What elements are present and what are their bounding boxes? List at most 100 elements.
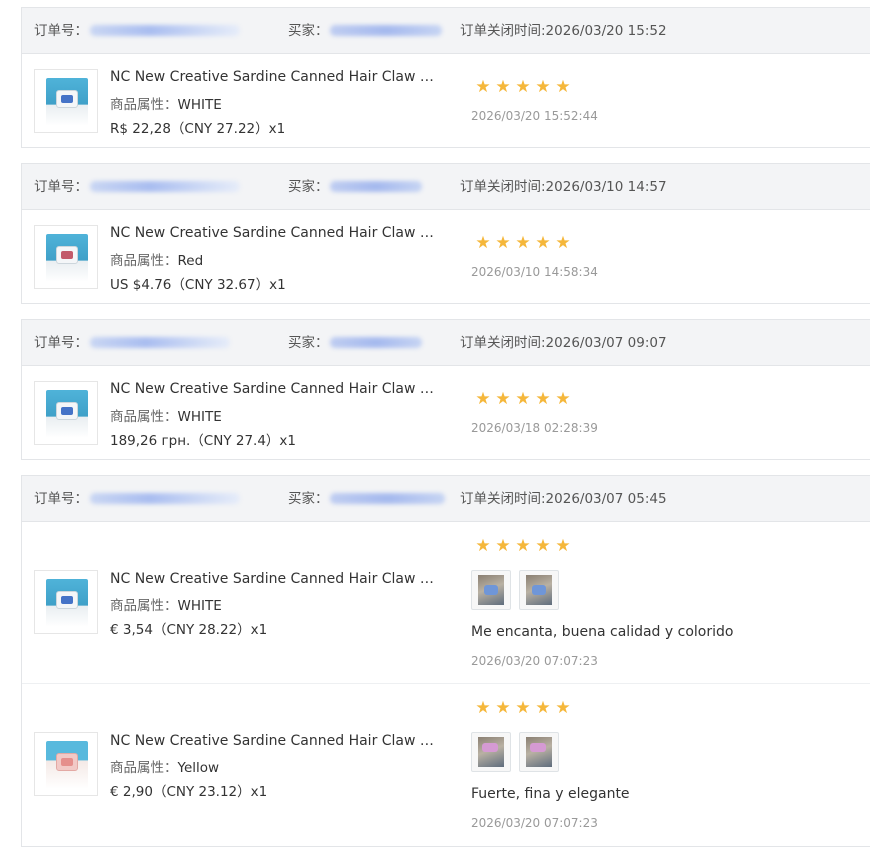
- attr-key: 商品属性：: [110, 253, 178, 269]
- order-number-redacted: [90, 181, 240, 192]
- star-icon: ★: [555, 536, 571, 556]
- buyer-label: 买家：: [288, 335, 329, 351]
- star-icon: ★: [475, 233, 491, 253]
- product-title-link[interactable]: NC New Creative Sardine Canned Hair Claw…: [110, 733, 440, 749]
- star-icon: ★: [535, 536, 551, 556]
- buyer-redacted: [330, 181, 422, 192]
- order-header: 订单号： 买家： 订单关闭时间:2026/03/20 15:52: [22, 8, 870, 54]
- rating-stars: ★ ★ ★ ★ ★: [475, 389, 571, 409]
- product-thumbnail[interactable]: [34, 570, 98, 634]
- product-attribute: 商品属性：WHITE: [110, 594, 222, 614]
- review-text: Fuerte, fina y elegante: [471, 786, 630, 802]
- order-card: 订单号： 买家： 订单关闭时间:2026/03/07 05:45 NC New …: [21, 475, 870, 847]
- buyer-redacted: [330, 337, 422, 348]
- star-icon: ★: [535, 698, 551, 718]
- review-photo[interactable]: [519, 732, 559, 772]
- star-icon: ★: [495, 698, 511, 718]
- order-close-time: 订单关闭时间:2026/03/07 09:07: [460, 335, 667, 351]
- attr-value: Yellow: [177, 760, 220, 776]
- star-icon: ★: [515, 698, 531, 718]
- product-attribute: 商品属性：WHITE: [110, 405, 222, 425]
- star-icon: ★: [535, 389, 551, 409]
- star-icon: ★: [515, 233, 531, 253]
- order-number-redacted: [90, 493, 240, 504]
- star-icon: ★: [555, 233, 571, 253]
- star-icon: ★: [555, 698, 571, 718]
- attr-value: Red: [177, 253, 204, 269]
- order-number-label: 订单号：: [34, 491, 88, 507]
- order-item: NC New Creative Sardine Canned Hair Claw…: [22, 54, 870, 147]
- buyer-redacted: [330, 493, 445, 504]
- order-close-time: 订单关闭时间:2026/03/10 14:57: [460, 179, 667, 195]
- review-photo[interactable]: [519, 570, 559, 610]
- star-icon: ★: [495, 77, 511, 97]
- review-time: 2026/03/20 07:07:23: [471, 816, 598, 830]
- order-item: NC New Creative Sardine Canned Hair Claw…: [22, 522, 870, 683]
- order-card: 订单号： 买家： 订单关闭时间:2026/03/10 14:57 NC New …: [21, 163, 870, 304]
- review-photos: [471, 732, 559, 772]
- review-time: 2026/03/20 15:52:44: [471, 109, 598, 123]
- order-card: 订单号： 买家： 订单关闭时间:2026/03/07 09:07 NC New …: [21, 319, 870, 460]
- star-icon: ★: [495, 233, 511, 253]
- star-icon: ★: [495, 536, 511, 556]
- order-card: 订单号： 买家： 订单关闭时间:2026/03/20 15:52 NC New …: [21, 7, 870, 148]
- attr-key: 商品属性：: [110, 760, 178, 776]
- star-icon: ★: [555, 389, 571, 409]
- product-attribute: 商品属性：Yellow: [110, 756, 219, 776]
- star-icon: ★: [475, 77, 491, 97]
- buyer-label: 买家：: [288, 23, 329, 39]
- order-header: 订单号： 买家： 订单关闭时间:2026/03/07 09:07: [22, 320, 870, 366]
- order-header: 订单号： 买家： 订单关闭时间:2026/03/07 05:45: [22, 476, 870, 522]
- order-header: 订单号： 买家： 订单关闭时间:2026/03/10 14:57: [22, 164, 870, 210]
- product-price: R$ 22,28（CNY 27.22）x1: [110, 121, 286, 137]
- attr-key: 商品属性：: [110, 598, 178, 614]
- order-item: NC New Creative Sardine Canned Hair Claw…: [22, 210, 870, 303]
- review-time: 2026/03/10 14:58:34: [471, 265, 598, 279]
- review-time: 2026/03/18 02:28:39: [471, 421, 598, 435]
- order-number-redacted: [90, 25, 240, 36]
- product-price: 189,26 грн.（CNY 27.4）x1: [110, 433, 297, 449]
- star-icon: ★: [515, 536, 531, 556]
- review-photo[interactable]: [471, 732, 511, 772]
- order-close-time: 订单关闭时间:2026/03/20 15:52: [460, 23, 667, 39]
- star-icon: ★: [475, 536, 491, 556]
- order-close-time: 订单关闭时间:2026/03/07 05:45: [460, 491, 667, 507]
- attr-value: WHITE: [177, 598, 222, 614]
- attr-value: WHITE: [177, 97, 222, 113]
- review-photo[interactable]: [471, 570, 511, 610]
- product-attribute: 商品属性：Red: [110, 249, 203, 269]
- attr-key: 商品属性：: [110, 97, 178, 113]
- product-attribute: 商品属性：WHITE: [110, 93, 222, 113]
- product-price: € 3,54（CNY 28.22）x1: [110, 622, 268, 638]
- star-icon: ★: [475, 698, 491, 718]
- star-icon: ★: [535, 77, 551, 97]
- star-icon: ★: [555, 77, 571, 97]
- buyer-label: 买家：: [288, 491, 329, 507]
- product-thumbnail[interactable]: [34, 69, 98, 133]
- rating-stars: ★ ★ ★ ★ ★: [475, 698, 571, 718]
- order-number-redacted: [90, 337, 230, 348]
- order-number-label: 订单号：: [34, 179, 88, 195]
- buyer-redacted: [330, 25, 442, 36]
- order-number-label: 订单号：: [34, 23, 88, 39]
- product-thumbnail[interactable]: [34, 732, 98, 796]
- rating-stars: ★ ★ ★ ★ ★: [475, 77, 571, 97]
- star-icon: ★: [515, 389, 531, 409]
- rating-stars: ★ ★ ★ ★ ★: [475, 233, 571, 253]
- product-title-link[interactable]: NC New Creative Sardine Canned Hair Claw…: [110, 571, 440, 587]
- review-text: Me encanta, buena calidad y colorido: [471, 624, 734, 640]
- star-icon: ★: [535, 233, 551, 253]
- order-number-label: 订单号：: [34, 335, 88, 351]
- product-title-link[interactable]: NC New Creative Sardine Canned Hair Claw…: [110, 225, 440, 241]
- attr-value: WHITE: [177, 409, 222, 425]
- buyer-label: 买家：: [288, 179, 329, 195]
- review-time: 2026/03/20 07:07:23: [471, 654, 598, 668]
- order-item: NC New Creative Sardine Canned Hair Claw…: [22, 366, 870, 459]
- product-thumbnail[interactable]: [34, 381, 98, 445]
- order-item: NC New Creative Sardine Canned Hair Claw…: [22, 683, 870, 846]
- product-title-link[interactable]: NC New Creative Sardine Canned Hair Claw…: [110, 69, 440, 85]
- product-thumbnail[interactable]: [34, 225, 98, 289]
- star-icon: ★: [495, 389, 511, 409]
- star-icon: ★: [475, 389, 491, 409]
- product-title-link[interactable]: NC New Creative Sardine Canned Hair Claw…: [110, 381, 440, 397]
